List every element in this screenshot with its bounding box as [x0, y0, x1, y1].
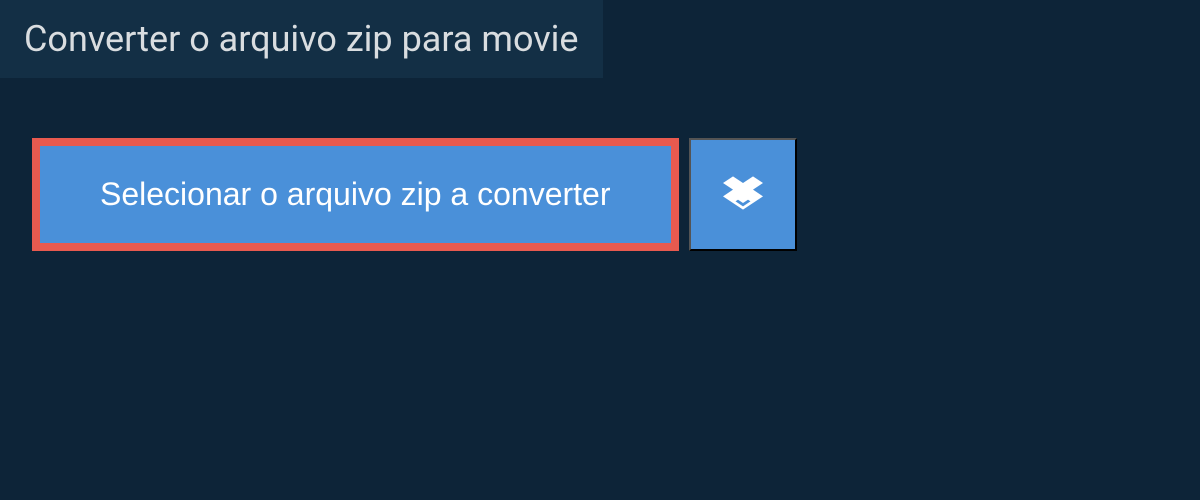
button-row: Selecionar o arquivo zip a converter: [0, 78, 1200, 311]
select-file-label: Selecionar o arquivo zip a converter: [100, 176, 611, 213]
header-bar: Converter o arquivo zip para movie: [0, 0, 603, 78]
page-title: Converter o arquivo zip para movie: [24, 18, 579, 60]
dropbox-button[interactable]: [689, 138, 797, 251]
select-file-button[interactable]: Selecionar o arquivo zip a converter: [32, 138, 679, 251]
dropbox-icon: [723, 173, 763, 216]
